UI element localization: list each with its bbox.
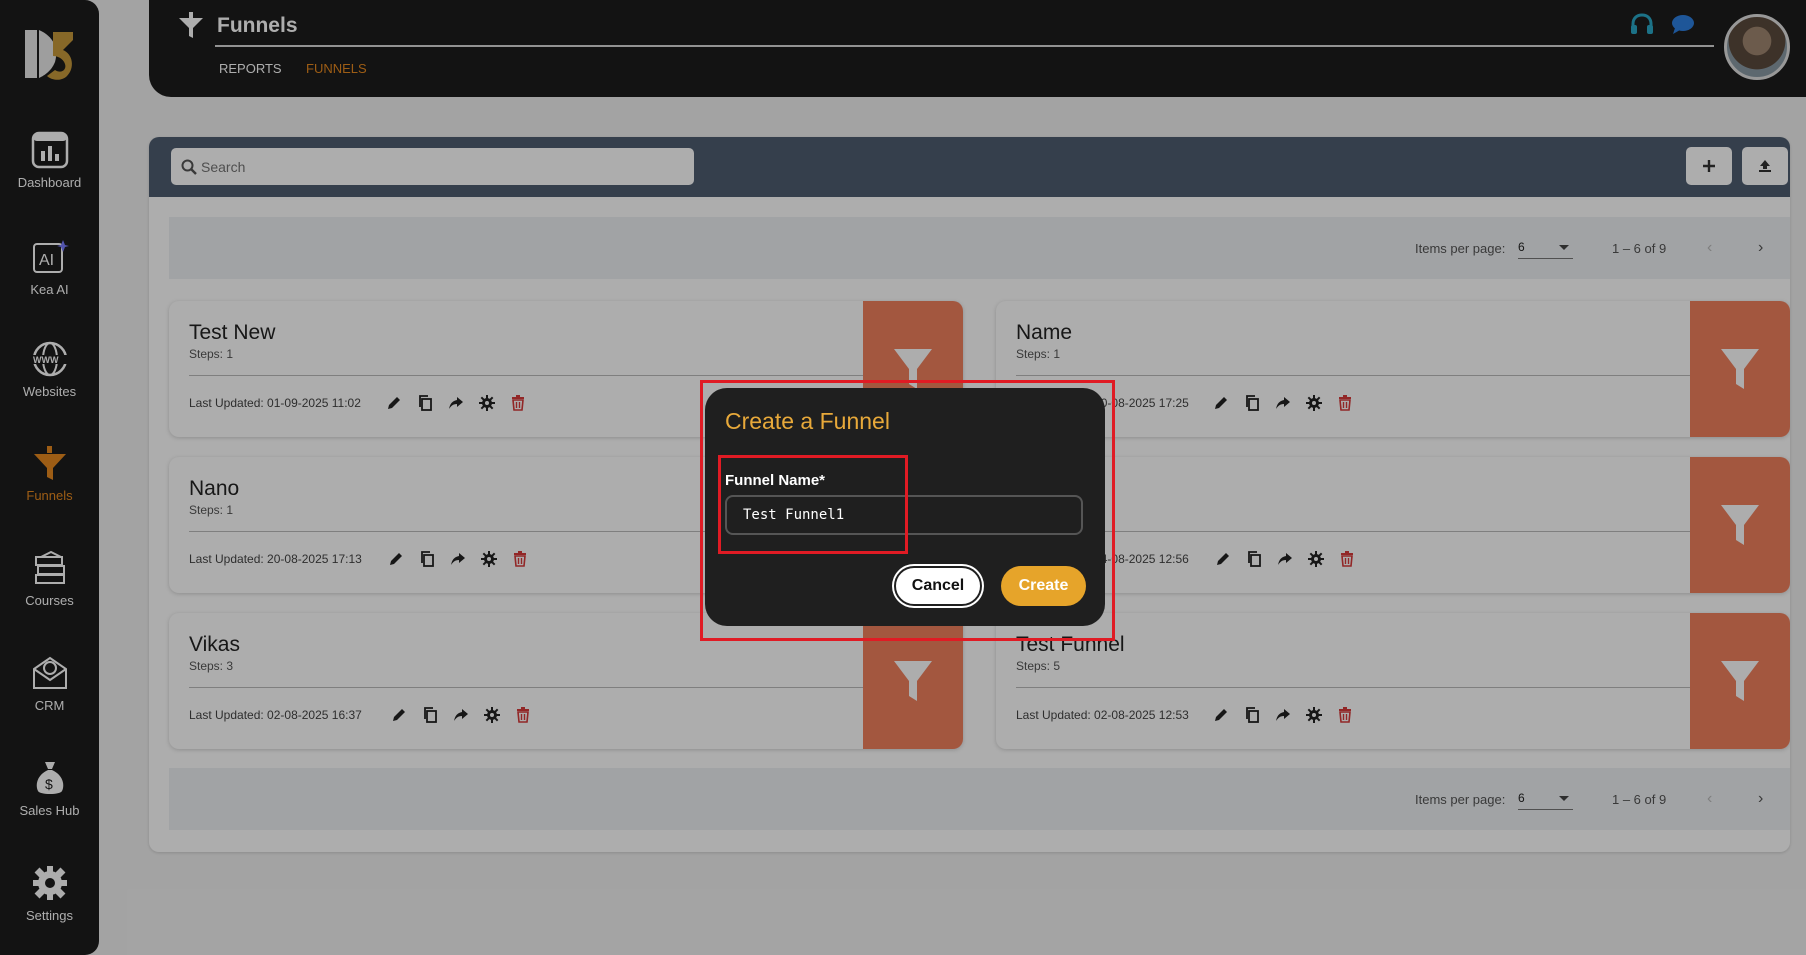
highlight-box — [718, 455, 908, 554]
